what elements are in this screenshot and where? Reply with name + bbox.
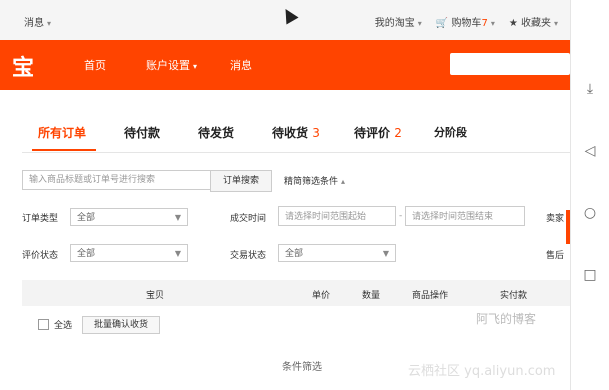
select-all-label[interactable]: 全选: [54, 318, 72, 331]
main-nav: 宝 首页 账户设置 ▾ 消息: [0, 40, 570, 90]
tab-label: 待收货: [272, 126, 309, 140]
simplify-filter-label[interactable]: 精简筛选条件: [284, 177, 338, 187]
recent-apps-icon[interactable]: □: [581, 266, 599, 284]
tab-label: 分阶段: [434, 126, 467, 139]
chevron-down-icon: ▾: [47, 19, 52, 28]
simplify-filter-toggle[interactable]: 精简筛选条件 ▴: [284, 174, 345, 187]
messages-label[interactable]: 消息: [24, 18, 44, 29]
seller-label: 卖家: [546, 214, 565, 224]
favorites-link[interactable]: ★ 收藏夹 ▾: [509, 14, 558, 29]
tab-label: 待发货: [198, 126, 235, 140]
top-right-links: 我的淘宝 ▾ 🛒 购物车7 ▾ ★ 收藏夹 ▾: [375, 14, 558, 29]
date-range-dash: -: [399, 211, 403, 221]
cart-count: 7: [481, 18, 488, 29]
tab-label: 所有订单: [38, 126, 87, 140]
back-icon[interactable]: ◁: [581, 142, 599, 160]
tab-pending-review[interactable]: 待评价 2: [354, 124, 402, 141]
trade-status-select[interactable]: 全部 ▼: [278, 244, 396, 262]
order-search-button[interactable]: 订单搜索: [210, 170, 272, 192]
tab-pending-shipment[interactable]: 待发货: [198, 124, 234, 141]
deal-time-label: 成交时间: [230, 214, 267, 224]
star-icon: ★: [508, 18, 518, 29]
chevron-down-icon: ▾: [193, 62, 198, 71]
caption: 条件筛选: [282, 362, 322, 373]
trade-status-label: 交易状态: [230, 251, 267, 261]
order-search-input[interactable]: 输入商品标题或订单号进行搜索: [22, 170, 216, 190]
cart-icon: 🛒: [435, 18, 449, 29]
scroll-indicator: [566, 210, 570, 244]
chevron-down-icon: ▾: [553, 19, 558, 28]
tab-label: 待付款: [124, 126, 161, 140]
bulk-confirm-receipt-button[interactable]: 批量确认收货: [82, 316, 160, 334]
column-quantity: 数量: [362, 291, 381, 301]
chevron-down-icon: ▼: [174, 249, 181, 258]
tab-all-orders[interactable]: 所有订单: [38, 124, 86, 141]
time-end-input[interactable]: 请选择时间范围结束: [405, 206, 525, 226]
cart-link[interactable]: 🛒 购物车7 ▾: [436, 14, 495, 29]
order-table-header: 宝贝 单价 数量 商品操作 实付款: [22, 280, 570, 306]
nav-account-label[interactable]: 账户设置: [146, 59, 190, 72]
tab-pending-payment[interactable]: 待付款: [124, 124, 160, 141]
order-type-select[interactable]: 全部 ▼: [70, 208, 188, 226]
order-type-value: 全部: [77, 213, 96, 223]
home-circle-icon[interactable]: ○: [581, 204, 599, 222]
column-paid: 实付款: [500, 291, 528, 301]
tab-count: 3: [312, 126, 320, 140]
review-status-label: 评价状态: [22, 251, 59, 261]
tab-installments[interactable]: 分阶段: [434, 124, 467, 140]
trade-status-value: 全部: [285, 249, 304, 259]
chevron-down-icon: ▼: [382, 249, 389, 258]
messages-menu[interactable]: 消息 ▾: [24, 14, 51, 29]
chevron-down-icon: ▾: [417, 19, 422, 28]
tab-pending-receipt[interactable]: 待收货 3: [272, 124, 320, 141]
column-item-actions: 商品操作: [412, 291, 449, 301]
nav-account-settings[interactable]: 账户设置 ▾: [146, 57, 197, 73]
chevron-up-icon: ▴: [341, 177, 346, 186]
site-search-input[interactable]: [450, 53, 570, 75]
column-price: 单价: [312, 291, 331, 301]
select-all-checkbox[interactable]: [38, 319, 49, 330]
review-status-value: 全部: [77, 249, 96, 259]
review-status-select[interactable]: 全部 ▼: [70, 244, 188, 262]
chevron-down-icon: ▾: [490, 19, 495, 28]
site-watermark: 云栖社区 yq.aliyun.com: [408, 364, 556, 379]
order-type-label: 订单类型: [22, 214, 59, 224]
download-icon[interactable]: ⤓: [581, 80, 599, 98]
nav-messages[interactable]: 消息: [230, 57, 252, 73]
column-item: 宝贝: [146, 291, 165, 301]
my-taobao-label[interactable]: 我的淘宝: [375, 18, 415, 29]
active-tab-indicator: [32, 149, 96, 151]
side-toolbar: ⤓ ◁ ○ □: [570, 0, 609, 390]
tab-label: 待评价: [354, 126, 391, 140]
nav-home[interactable]: 首页: [84, 57, 106, 73]
cart-label[interactable]: 购物车: [451, 18, 481, 29]
taobao-logo[interactable]: 宝: [12, 50, 34, 82]
my-taobao-link[interactable]: 我的淘宝 ▾: [375, 14, 422, 29]
tab-count: 2: [394, 126, 402, 140]
order-tabs: 所有订单 待付款 待发货 待收货 3 待评价 2 分阶段: [22, 118, 570, 153]
chevron-down-icon: ▼: [174, 213, 181, 222]
favorites-label[interactable]: 收藏夹: [521, 18, 551, 29]
time-start-input[interactable]: 请选择时间范围起始: [278, 206, 396, 226]
aftersale-label: 售后: [546, 251, 565, 261]
blog-watermark: 阿飞的博客: [476, 312, 537, 326]
